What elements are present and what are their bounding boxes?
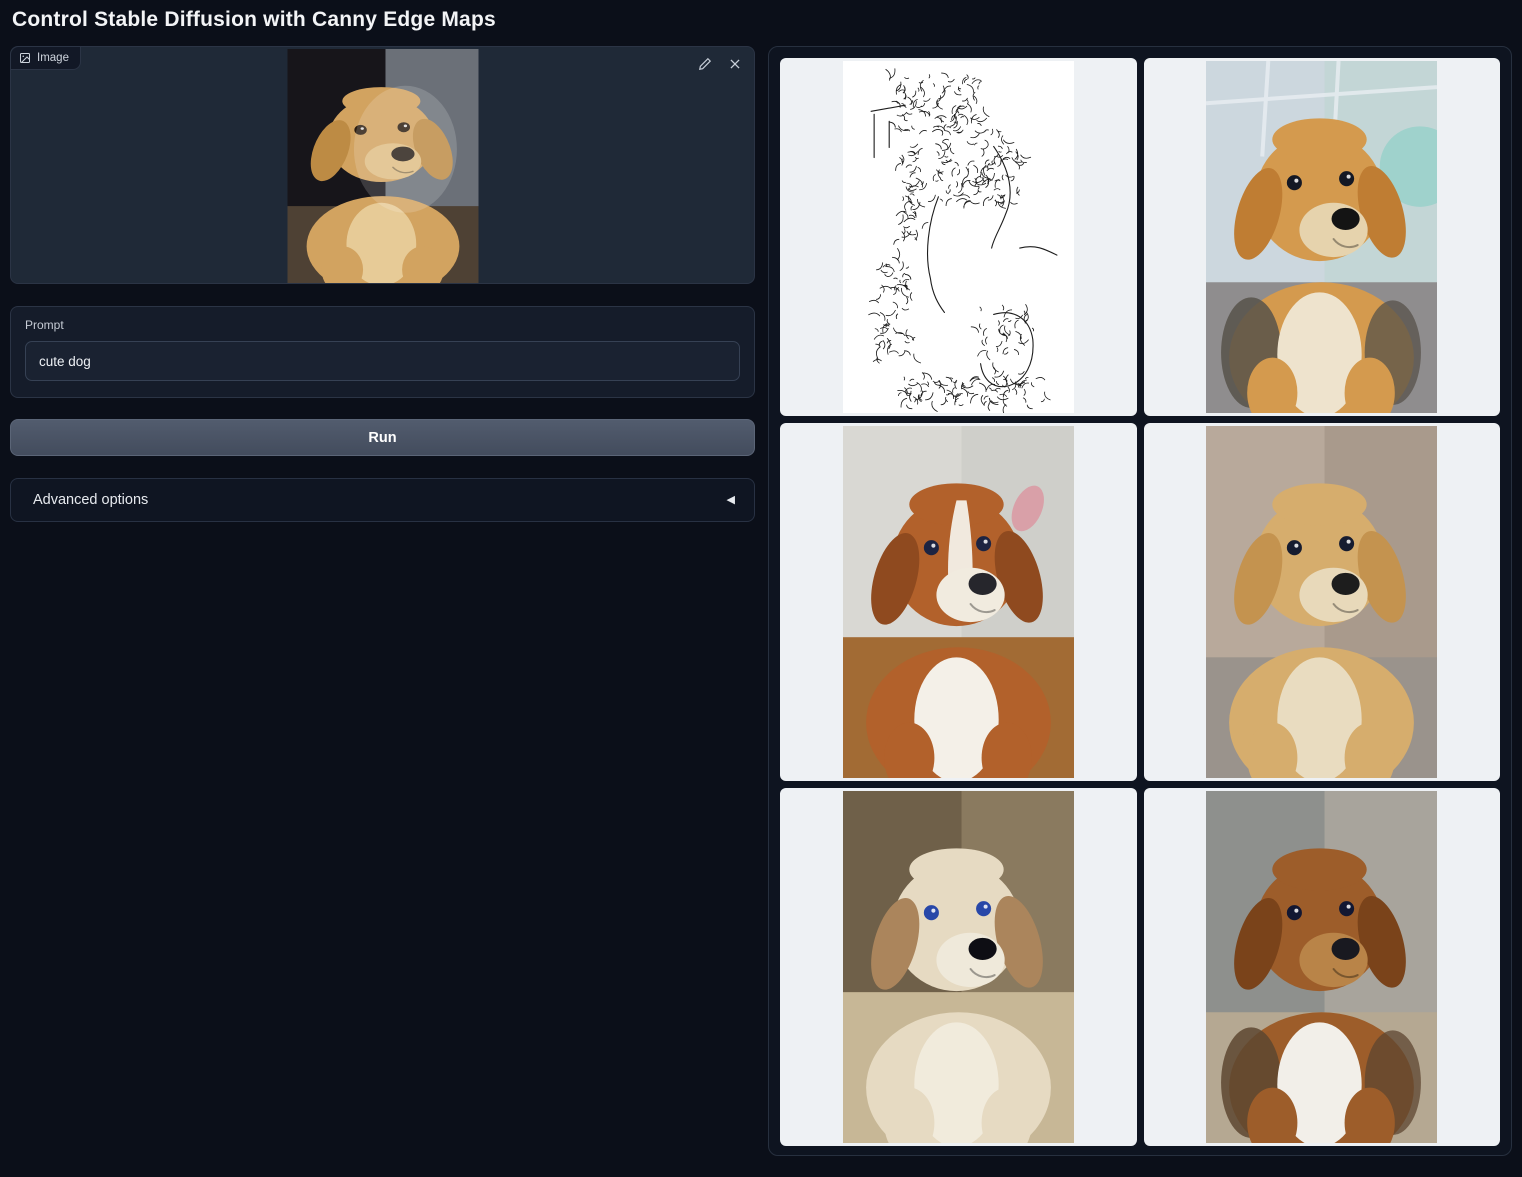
left-triangle-icon: ◀ <box>727 495 735 506</box>
left-column: Image <box>10 46 755 522</box>
gallery-item-generated-3[interactable] <box>1144 423 1501 781</box>
gallery-item-generated-2[interactable] <box>780 423 1137 781</box>
advanced-options-accordion[interactable]: Advanced options ◀ <box>10 478 755 522</box>
image-actions <box>696 55 744 73</box>
prompt-panel: Prompt <box>10 306 755 398</box>
image-input-component: Image <box>10 46 755 284</box>
page-title: Control Stable Diffusion with Canny Edge… <box>10 6 1512 46</box>
image-icon <box>19 52 31 64</box>
image-tab-label: Image <box>37 52 69 64</box>
close-icon[interactable] <box>726 55 744 73</box>
gallery-item-generated-4[interactable] <box>780 788 1137 1146</box>
output-gallery <box>768 46 1512 1156</box>
gallery-item-edge-map[interactable] <box>780 58 1137 416</box>
gallery-item-generated-1[interactable] <box>1144 58 1501 416</box>
prompt-input[interactable] <box>25 341 740 381</box>
gallery-item-generated-5[interactable] <box>1144 788 1501 1146</box>
advanced-options-label: Advanced options <box>33 492 148 508</box>
input-image-photo[interactable] <box>287 49 478 283</box>
prompt-label: Prompt <box>25 318 740 332</box>
pencil-icon[interactable] <box>696 55 714 73</box>
main-columns: Image <box>10 46 1512 1156</box>
app-root: Control Stable Diffusion with Canny Edge… <box>0 0 1522 1156</box>
image-tab: Image <box>11 47 81 70</box>
run-button[interactable]: Run <box>10 419 755 456</box>
